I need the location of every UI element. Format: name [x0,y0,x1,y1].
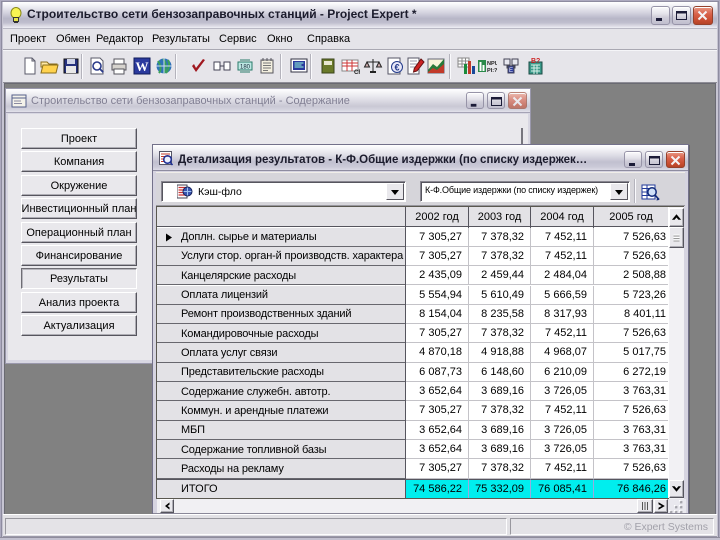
svg-text:180: 180 [240,65,251,71]
svg-text:W: W [136,59,149,74]
svg-text:B?: B? [531,58,540,65]
svg-text:CF: CF [354,70,360,76]
svg-text:E: E [509,68,513,74]
svg-text:PI:?: PI:? [487,68,497,74]
svg-text:€: € [394,63,399,73]
svg-text:NPU?: NPU? [487,61,497,67]
